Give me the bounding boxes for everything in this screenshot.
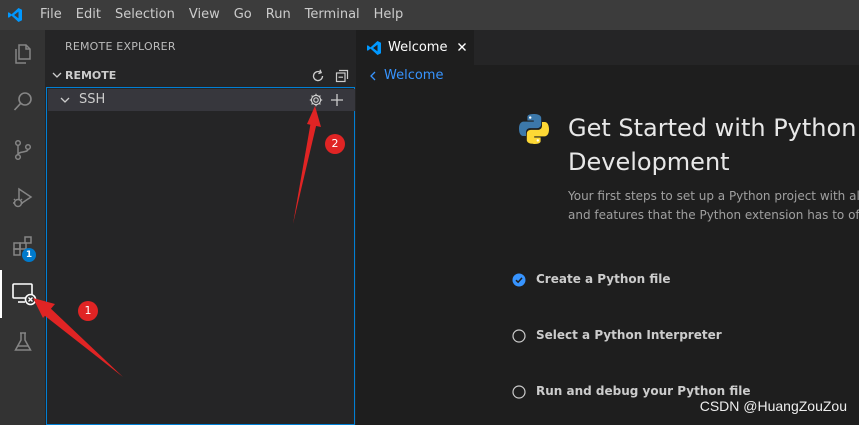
remote-section-header[interactable]: REMOTE [45,65,356,87]
chevron-down-icon [58,93,72,111]
testing-icon [11,330,35,354]
walkthrough-description: Your first steps to set up a Python proj… [568,187,859,225]
search-icon [11,90,35,114]
activity-remote-explorer[interactable] [0,270,45,318]
explorer-icon [11,42,35,66]
menu-run[interactable]: Run [259,0,298,30]
ssh-label: SSH [79,92,106,107]
menu-file[interactable]: File [30,0,69,30]
close-icon[interactable] [455,40,469,58]
source-control-icon [11,138,35,162]
activity-testing[interactable] [0,318,45,366]
title-bar: File Edit Selection View Go Run Terminal… [0,0,859,30]
walkthrough-description-line: Your first steps to set up a Python proj… [568,189,859,203]
tab-welcome[interactable]: Welcome [356,30,474,65]
step-label: Run and debug your Python file [536,384,751,398]
activity-source-control[interactable] [0,126,45,174]
vscode-logo-icon [366,40,382,60]
circle-icon [512,385,526,403]
activity-bar: 1 [0,30,45,425]
extensions-badge: 1 [22,248,36,262]
step-create-python-file[interactable]: Create a Python file [512,269,859,291]
circle-icon [512,329,526,347]
remote-section-label: REMOTE [65,69,117,82]
step-label: Create a Python file [536,272,671,286]
refresh-icon[interactable] [310,68,326,84]
ssh-tree-panel: SSH [46,87,355,425]
menu-help[interactable]: Help [367,0,411,30]
activity-run-debug[interactable] [0,174,45,222]
watermark: CSDN @HuangZouZou [699,398,847,414]
breadcrumb-welcome-link[interactable]: Welcome [384,68,443,83]
breadcrumb: Welcome [356,65,859,87]
menu-go[interactable]: Go [227,0,259,30]
menu-selection[interactable]: Selection [108,0,182,30]
chevron-down-icon [50,68,64,86]
walkthrough-title: Get Started with Python Development [568,114,857,176]
menu-edit[interactable]: Edit [69,0,108,30]
menu-view[interactable]: View [182,0,227,30]
python-logo-icon [517,112,551,150]
activity-extensions[interactable]: 1 [0,222,45,270]
editor-tab-bar: Welcome [356,30,859,65]
collapse-all-icon[interactable] [334,68,350,84]
run-debug-icon [11,186,35,210]
activity-search[interactable] [0,78,45,126]
gear-icon[interactable] [308,92,324,108]
sidebar-title: REMOTE EXPLORER [65,40,176,53]
step-label: Select a Python Interpreter [536,328,722,342]
vscode-logo-icon [0,0,30,30]
plus-icon[interactable] [329,92,345,108]
walkthrough-description-line: and features that the Python extension h… [568,208,859,222]
menu-bar: File Edit Selection View Go Run Terminal… [30,0,410,30]
remote-explorer-icon [11,281,37,307]
remote-explorer-sidebar: REMOTE EXPLORER REMOTE SSH [45,30,356,425]
ssh-tree-item[interactable]: SSH [48,89,355,111]
tab-label: Welcome [388,40,448,55]
step-select-interpreter[interactable]: Select a Python Interpreter [512,325,859,347]
chevron-left-icon[interactable] [368,70,378,86]
welcome-page: Get Started with Python Development Your… [356,87,859,425]
check-circle-icon [512,273,526,291]
annotation-marker-2: 2 [325,134,345,154]
annotation-marker-1: 1 [78,301,98,321]
menu-terminal[interactable]: Terminal [298,0,367,30]
activity-explorer[interactable] [0,30,45,78]
